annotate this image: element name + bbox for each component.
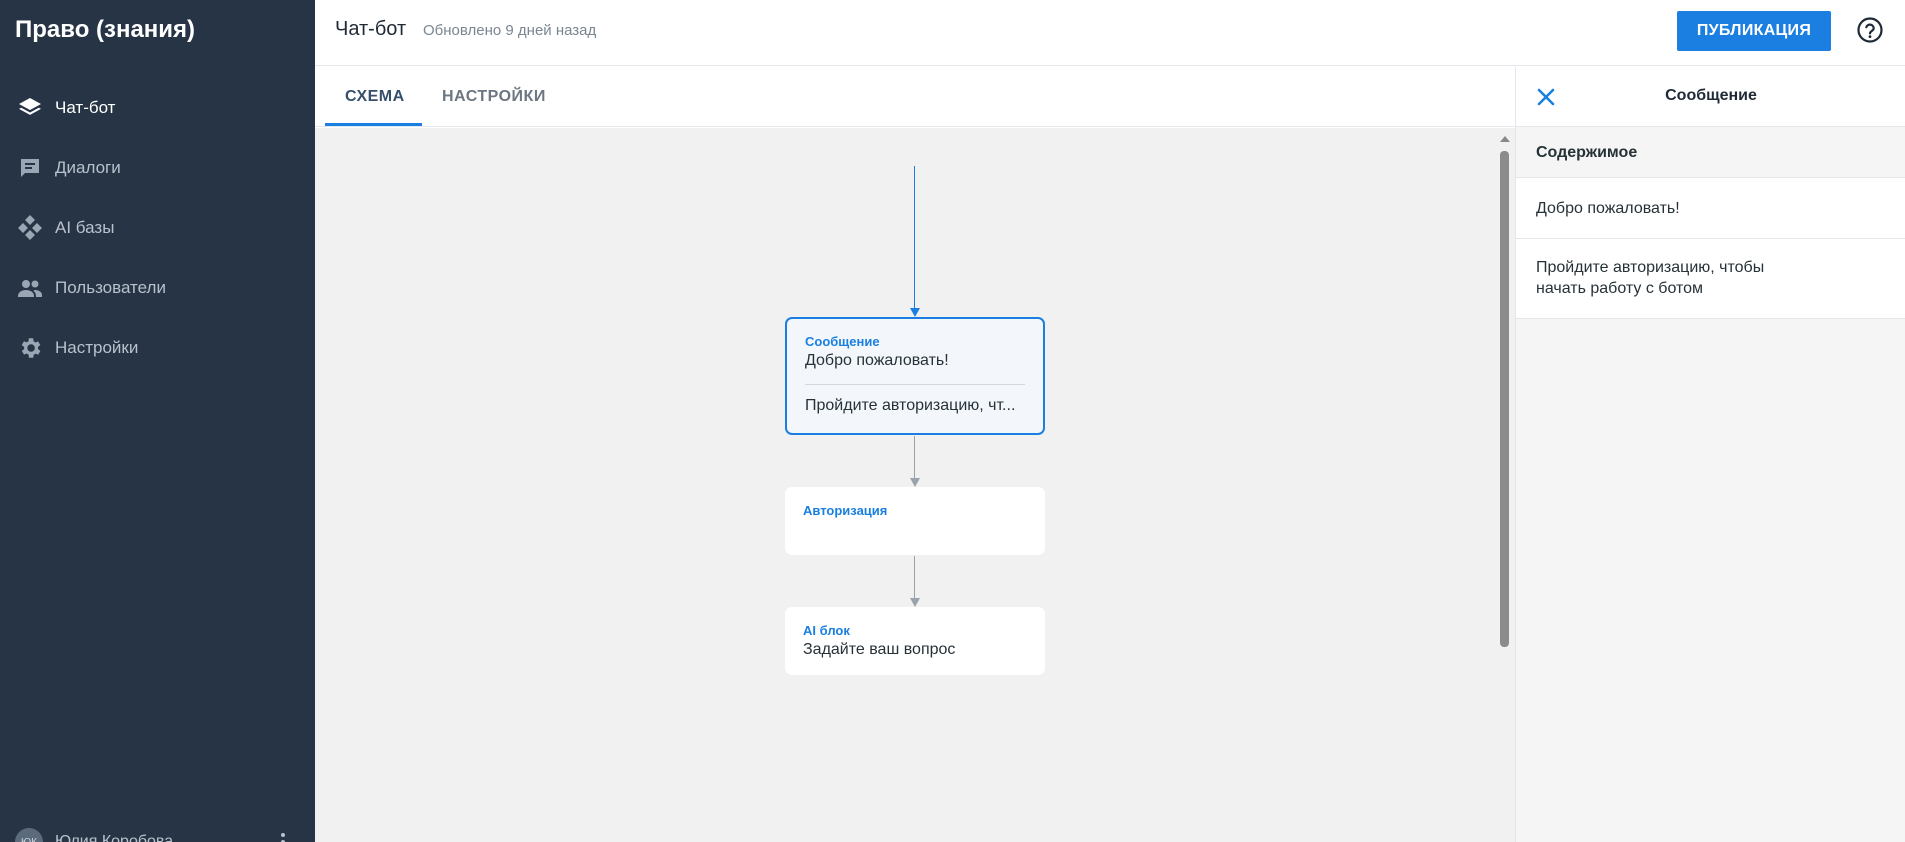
publish-button[interactable]: ПУБЛИКАЦИЯ xyxy=(1677,11,1831,51)
flow-node-message[interactable]: Сообщение Добро пожаловать! Пройдите авт… xyxy=(785,317,1045,435)
app-title: Право (знания) xyxy=(15,16,196,43)
sidebar-item-users[interactable]: Пользователи xyxy=(0,258,315,318)
sidebar-item-label: Пользователи xyxy=(55,278,166,297)
more-vertical-icon[interactable] xyxy=(280,832,286,842)
tab-schema[interactable]: СХЕМА xyxy=(345,67,405,127)
chat-icon xyxy=(15,153,45,183)
flow-edge xyxy=(914,556,915,602)
node-text: Добро пожаловать! xyxy=(805,352,949,369)
message-text-field[interactable]: Пройдите авторизацию, чтобы начать работ… xyxy=(1516,239,1905,319)
flow-edge-incoming xyxy=(914,166,915,312)
gear-icon xyxy=(15,333,45,363)
tab-bar: СХЕМА НАСТРОЙКИ xyxy=(315,67,1515,127)
node-text: Задайте ваш вопрос xyxy=(803,641,956,658)
content-section-title: Содержимое xyxy=(1516,127,1905,178)
sidebar-item-settings[interactable]: Настройки xyxy=(0,318,315,378)
node-text: Пройдите авторизацию, чт... xyxy=(805,397,1016,414)
sidebar-item-label: AI базы xyxy=(55,218,115,237)
flow-edge xyxy=(914,436,915,482)
sidebar-item-label: Чат-бот xyxy=(55,98,116,117)
user-profile[interactable]: ЮК Юлия Коробова xyxy=(15,828,173,842)
message-line: Пройдите авторизацию, чтобы xyxy=(1536,259,1765,276)
flow-node-auth[interactable]: Авторизация xyxy=(785,487,1045,555)
sidebar-item-label: Настройки xyxy=(55,338,139,357)
sidebar-item-ai-bases[interactable]: AI базы xyxy=(0,198,315,258)
avatar: ЮК xyxy=(15,828,43,842)
flow-canvas[interactable]: Сообщение Добро пожаловать! Пройдите авт… xyxy=(315,128,1495,842)
panel-title: Сообщение xyxy=(1665,87,1757,104)
ai-diamond-icon xyxy=(15,213,45,243)
active-tab-indicator xyxy=(325,123,422,126)
people-icon xyxy=(15,273,45,303)
message-line: начать работу с ботом xyxy=(1536,280,1704,297)
updated-status: Обновлено 9 дней назад xyxy=(423,22,597,39)
scrollbar-thumb[interactable] xyxy=(1500,151,1509,647)
panel-header: Сообщение xyxy=(1516,67,1905,127)
top-header: Чат-бот Обновлено 9 дней назад ПУБЛИКАЦИ… xyxy=(315,0,1905,66)
user-name: Юлия Коробова xyxy=(55,833,174,842)
sidebar: Право (знания) Чат-бот Диалоги AI базы П… xyxy=(0,0,315,842)
node-type-label: AI блок xyxy=(803,623,850,638)
node-type-label: Сообщение xyxy=(805,334,880,349)
flow-arrow xyxy=(910,478,920,487)
node-type-label: Авторизация xyxy=(803,503,888,518)
tab-settings[interactable]: НАСТРОЙКИ xyxy=(442,67,546,127)
page-title: Чат-бот xyxy=(335,18,407,40)
sidebar-item-label: Диалоги xyxy=(55,158,121,177)
flow-arrow xyxy=(910,308,920,317)
sidebar-nav: Чат-бот Диалоги AI базы Пользователи Нас… xyxy=(0,78,315,378)
sidebar-item-chatbot[interactable]: Чат-бот xyxy=(0,78,315,138)
message-text-field[interactable]: Добро пожаловать! xyxy=(1516,178,1905,239)
flow-arrow xyxy=(910,598,920,607)
canvas-scrollbar[interactable] xyxy=(1495,128,1515,842)
properties-panel: Сообщение Содержимое Добро пожаловать! П… xyxy=(1515,67,1905,842)
node-divider xyxy=(805,384,1025,385)
scroll-up-arrow-icon[interactable] xyxy=(1500,136,1510,142)
flow-node-ai-block[interactable]: AI блок Задайте ваш вопрос xyxy=(785,607,1045,675)
layers-icon xyxy=(15,93,45,123)
sidebar-item-dialogs[interactable]: Диалоги xyxy=(0,138,315,198)
help-circle-icon[interactable] xyxy=(1855,15,1885,45)
